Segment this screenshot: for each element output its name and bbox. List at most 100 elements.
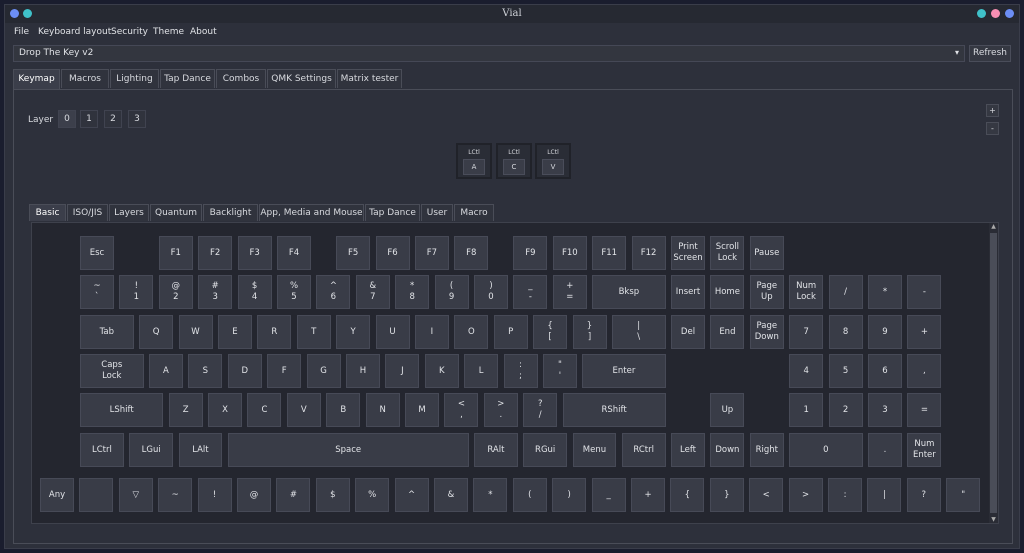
- key-k[interactable]: K: [424, 354, 459, 388]
- key-p[interactable]: P: [493, 315, 528, 349]
- key-enter[interactable]: Enter: [582, 354, 666, 388]
- device-select[interactable]: Drop The Key v2 ▾: [13, 45, 965, 62]
- key-h[interactable]: H: [345, 354, 380, 388]
- key-print-screen[interactable]: Print Screen: [671, 236, 705, 270]
- key-num-enter[interactable]: Num Enter: [907, 433, 942, 467]
- key-2[interactable]: @ 2: [158, 275, 193, 309]
- key-end[interactable]: End: [710, 315, 745, 349]
- tab-layers[interactable]: Layers: [109, 204, 149, 221]
- layer-2-button[interactable]: 2: [104, 110, 122, 128]
- tab-basic[interactable]: Basic: [29, 204, 66, 221]
- key-4[interactable]: 4: [789, 354, 824, 388]
- keycode-symbol-8[interactable]: %: [355, 478, 390, 512]
- tab-keymap[interactable]: Keymap: [13, 69, 60, 89]
- key-a[interactable]: A: [148, 354, 183, 388]
- minimize-button[interactable]: [977, 9, 986, 18]
- key-ralt[interactable]: RAlt: [474, 433, 518, 467]
- key-g[interactable]: G: [306, 354, 341, 388]
- key-3[interactable]: 3: [868, 393, 902, 427]
- key-1[interactable]: ! 1: [119, 275, 154, 309]
- key-f5[interactable]: F5: [336, 236, 371, 270]
- key-r[interactable]: R: [257, 315, 292, 349]
- scroll-up-icon[interactable]: ▲: [989, 223, 998, 230]
- key-3[interactable]: # 3: [198, 275, 233, 309]
- key-s[interactable]: S: [188, 354, 223, 388]
- key-pause[interactable]: Pause: [749, 236, 784, 270]
- keycode-symbol-7[interactable]: $: [315, 478, 350, 512]
- key-symbol[interactable]: } ]: [572, 315, 607, 349]
- key-j[interactable]: J: [385, 354, 420, 388]
- key-page-down[interactable]: Page Down: [749, 315, 784, 349]
- key-symbol[interactable]: =: [907, 393, 942, 427]
- key-symbol[interactable]: *: [868, 275, 902, 309]
- key-symbol[interactable]: +: [907, 315, 942, 349]
- key-0[interactable]: 0: [789, 433, 863, 467]
- keycode-symbol-1[interactable]: [79, 478, 114, 512]
- key-home[interactable]: Home: [710, 275, 745, 309]
- key-8[interactable]: * 8: [395, 275, 430, 309]
- key-f1[interactable]: F1: [158, 236, 193, 270]
- key-f11[interactable]: F11: [592, 236, 627, 270]
- key-8[interactable]: 8: [828, 315, 863, 349]
- key-1[interactable]: 1: [789, 393, 824, 427]
- key-0[interactable]: ) 0: [474, 275, 508, 309]
- combo-key-c[interactable]: LCtl C: [496, 143, 532, 179]
- tab-app-media-mouse[interactable]: App, Media and Mouse: [259, 204, 364, 221]
- key-lctrl[interactable]: LCtrl: [80, 433, 124, 467]
- tab-tap-dance-keys[interactable]: Tap Dance: [365, 204, 420, 221]
- key-tab[interactable]: Tab: [80, 315, 134, 349]
- key-page-up[interactable]: Page Up: [749, 275, 784, 309]
- key-f12[interactable]: F12: [631, 236, 666, 270]
- key-symbol[interactable]: : ;: [503, 354, 538, 388]
- key-symbol[interactable]: | \: [611, 315, 666, 349]
- key-num-lock[interactable]: Num Lock: [789, 275, 824, 309]
- key-down[interactable]: Down: [710, 433, 745, 467]
- key-q[interactable]: Q: [139, 315, 174, 349]
- key-c[interactable]: C: [247, 393, 282, 427]
- key-bksp[interactable]: Bksp: [592, 275, 666, 309]
- menu-keyboard-layout[interactable]: Keyboard layout: [38, 27, 111, 37]
- key-symbol[interactable]: _ -: [513, 275, 548, 309]
- key-symbol[interactable]: ~ `: [80, 275, 114, 309]
- key-l[interactable]: L: [464, 354, 499, 388]
- keycode-symbol-6[interactable]: #: [276, 478, 311, 512]
- key-insert[interactable]: Insert: [671, 275, 705, 309]
- key-f7[interactable]: F7: [414, 236, 449, 270]
- key-f3[interactable]: F3: [237, 236, 272, 270]
- tab-user[interactable]: User: [421, 204, 453, 221]
- key-symbol[interactable]: < ,: [444, 393, 479, 427]
- key-i[interactable]: I: [414, 315, 449, 349]
- key-v[interactable]: V: [286, 393, 321, 427]
- keycode-symbol-23[interactable]: ": [946, 478, 981, 512]
- layer-1-button[interactable]: 1: [80, 110, 98, 128]
- key-f2[interactable]: F2: [198, 236, 233, 270]
- tab-iso-jis[interactable]: ISO/JIS: [67, 204, 108, 221]
- tab-tap-dance[interactable]: Tap Dance: [160, 69, 215, 88]
- close-button[interactable]: [1005, 9, 1014, 18]
- keycode-symbol-12[interactable]: (: [512, 478, 547, 512]
- key-2[interactable]: 2: [828, 393, 863, 427]
- keycode-symbol-22[interactable]: ?: [906, 478, 941, 512]
- key-9[interactable]: 9: [868, 315, 902, 349]
- key-o[interactable]: O: [454, 315, 489, 349]
- keycode-symbol-19[interactable]: >: [788, 478, 823, 512]
- tab-backlight[interactable]: Backlight: [203, 204, 258, 221]
- key-f[interactable]: F: [267, 354, 302, 388]
- key-w[interactable]: W: [178, 315, 213, 349]
- tab-combos[interactable]: Combos: [216, 69, 266, 88]
- refresh-button[interactable]: Refresh: [969, 45, 1011, 62]
- key-f6[interactable]: F6: [375, 236, 410, 270]
- key-scroll-lock[interactable]: Scroll Lock: [710, 236, 745, 270]
- tab-quantum[interactable]: Quantum: [150, 204, 202, 221]
- scroll-thumb[interactable]: [990, 233, 997, 513]
- key-e[interactable]: E: [217, 315, 252, 349]
- zoom-out-button[interactable]: -: [986, 122, 999, 135]
- key-y[interactable]: Y: [336, 315, 371, 349]
- key-rctrl[interactable]: RCtrl: [621, 433, 666, 467]
- key-symbol[interactable]: " ': [542, 354, 577, 388]
- key-caps-lock[interactable]: Caps Lock: [80, 354, 144, 388]
- key-symbol[interactable]: /: [828, 275, 863, 309]
- menu-file[interactable]: File: [14, 27, 29, 37]
- combo-key-a[interactable]: LCtl A: [456, 143, 492, 179]
- keycode-symbol-15[interactable]: +: [631, 478, 665, 512]
